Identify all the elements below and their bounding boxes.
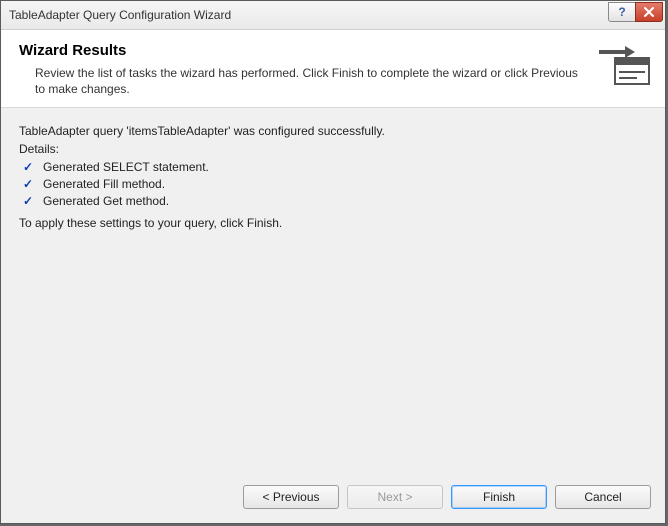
window-controls: ? [609, 2, 665, 22]
title-bar: TableAdapter Query Configuration Wizard … [1, 1, 665, 30]
details-item-text: Generated SELECT statement. [43, 160, 209, 174]
details-item: ✓ Generated SELECT statement. [19, 160, 647, 174]
cancel-button[interactable]: Cancel [555, 485, 651, 509]
wizard-footer: < Previous Next > Finish Cancel [1, 475, 665, 523]
wizard-header: Wizard Results Review the list of tasks … [1, 30, 665, 108]
details-label: Details: [19, 142, 647, 156]
dialog-window: TableAdapter Query Configuration Wizard … [0, 0, 666, 524]
window-title: TableAdapter Query Configuration Wizard [9, 8, 609, 22]
details-item-text: Generated Fill method. [43, 177, 165, 191]
next-button: Next > [347, 485, 443, 509]
check-icon: ✓ [23, 178, 37, 190]
previous-button[interactable]: < Previous [243, 485, 339, 509]
close-icon [643, 7, 655, 17]
close-button[interactable] [635, 2, 663, 22]
help-button[interactable]: ? [608, 2, 636, 22]
apply-hint: To apply these settings to your query, c… [19, 216, 647, 230]
details-item-text: Generated Get method. [43, 194, 169, 208]
finish-button[interactable]: Finish [451, 485, 547, 509]
wizard-icon [599, 42, 651, 88]
wizard-description: Review the list of tasks the wizard has … [35, 65, 589, 97]
details-item: ✓ Generated Get method. [19, 194, 647, 208]
details-item: ✓ Generated Fill method. [19, 177, 647, 191]
details-list: ✓ Generated SELECT statement. ✓ Generate… [19, 160, 647, 208]
check-icon: ✓ [23, 161, 37, 173]
check-icon: ✓ [23, 195, 37, 207]
wizard-header-text: Wizard Results Review the list of tasks … [19, 40, 599, 97]
help-icon: ? [618, 5, 625, 19]
status-line: TableAdapter query 'itemsTableAdapter' w… [19, 124, 647, 138]
wizard-body: TableAdapter query 'itemsTableAdapter' w… [1, 108, 665, 475]
wizard-heading: Wizard Results [19, 42, 589, 59]
